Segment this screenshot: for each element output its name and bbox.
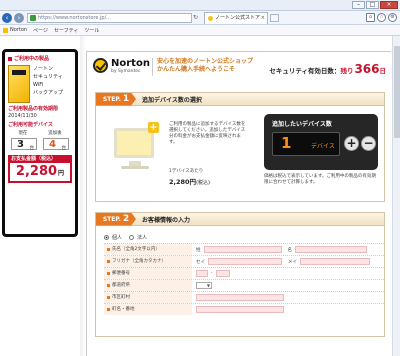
menu-tools[interactable]: ツール: [84, 27, 99, 34]
page-header: Norton by Symantec 安心を加速のノートン公式ショップ かんたん…: [87, 52, 392, 84]
brand-sub: by Symantec: [111, 69, 141, 74]
street-address-input[interactable]: [196, 306, 284, 313]
product-box-image: [8, 65, 30, 103]
form-row-prefecture: 都道府県 ▼: [104, 279, 384, 291]
product-name-line: バックアップ: [33, 90, 64, 96]
cart-summary-panel: ご利用中の製品 ノートン セキュリティ WiFi バックアップ ご利用製品の有効…: [2, 49, 78, 237]
divider: [152, 58, 153, 76]
product-name-line: セキュリティ: [33, 74, 63, 80]
step1-note: 価格は税込で表示しています。ご利用中の製品の有効期限に合わせて計算します。: [264, 174, 376, 185]
brand-name: Norton: [111, 58, 150, 69]
back-icon[interactable]: ‹: [2, 13, 12, 23]
favorites-star-icon[interactable]: ☆: [377, 13, 386, 22]
cart-heading: ご利用中の製品: [14, 56, 50, 62]
main-content: Norton by Symantec 安心を加速のノートン公式ショップ かんたん…: [86, 51, 391, 356]
step2-badge: STEP. 2: [96, 212, 136, 226]
refresh-icon[interactable]: ↻: [193, 14, 198, 21]
device-count-display: 1 デバイス: [272, 132, 340, 156]
form-row-name: 氏名（全角2文字以内） 姓 名: [104, 243, 384, 255]
added-label: 追加後: [48, 131, 62, 136]
radio-corporate[interactable]: [129, 235, 135, 240]
unit-price: 2,280円(税込): [169, 178, 210, 186]
tab-close-icon[interactable]: ×: [261, 13, 265, 24]
page-viewport: ご利用中の製品 ノートン セキュリティ WiFi バックアップ ご利用製品の有効…: [0, 36, 400, 356]
form-row-postal: 郵便番号 -: [104, 267, 384, 279]
step1-description: ご利用の製品に追加するデバイス数を選択してください。追加したデバイス分の料金がお…: [169, 122, 246, 145]
norton-icon: [3, 27, 8, 33]
step2-section: STEP. 2 お客様情報の入力 個人 法人 氏名（全角2文字以内） 姓 名 フ…: [95, 212, 385, 337]
product-name-line: WiFi: [33, 82, 44, 88]
price-label: お支払金額（税込）: [8, 155, 72, 163]
menu-safety[interactable]: セーフティ: [54, 27, 78, 34]
plus-icon: +: [148, 122, 159, 133]
prefecture-select[interactable]: ▼: [196, 282, 212, 289]
postal-code-input-2[interactable]: [215, 270, 230, 277]
expiry-label: ご利用製品の有効期限: [8, 106, 59, 112]
step2-title: お客様情報の入力: [142, 216, 191, 224]
menu-page[interactable]: ページ: [33, 27, 48, 34]
expiry-date: 2014/11/30: [8, 113, 37, 119]
tab-active[interactable]: ノートン公式ストア ×: [204, 12, 268, 24]
city-input[interactable]: [196, 294, 284, 301]
first-name-input[interactable]: [295, 246, 367, 253]
decrement-button[interactable]: −: [361, 136, 376, 151]
bullet-icon: [8, 56, 12, 61]
maximize-button[interactable]: □: [366, 1, 379, 9]
close-button[interactable]: ×: [380, 1, 398, 9]
scrollbar-thumb[interactable]: [394, 46, 400, 138]
new-tab-button[interactable]: [270, 14, 279, 22]
settings-gear-icon[interactable]: ⚙: [388, 13, 397, 22]
norton-logo-icon: [93, 58, 108, 73]
form-row-address: 町名・番地: [104, 303, 384, 315]
increment-button[interactable]: +: [344, 136, 359, 151]
radio-individual[interactable]: [104, 235, 109, 240]
tagline: 安心を加速のノートン公式ショップ かんたん購入手続へようこそ: [157, 58, 254, 73]
current-device-count: 3 台: [11, 138, 37, 151]
price-total: 2,280円: [8, 163, 72, 183]
form-row-city: 市区町村: [104, 291, 384, 303]
current-label: 現在: [18, 131, 28, 136]
form-row-kana: フリガナ（全角カタカナ） セイ メイ: [104, 255, 384, 267]
validity-days: セキュリティ有効日数：残り366日: [269, 62, 386, 76]
forward-icon[interactable]: ›: [14, 13, 24, 23]
window-titlebar: – □ ×: [0, 0, 400, 11]
lock-icon: [30, 15, 36, 21]
home-icon[interactable]: ⌂: [366, 13, 375, 22]
added-device-count: 4 台: [43, 138, 69, 151]
norton-favicon-icon: [208, 16, 213, 21]
step1-section: STEP. 1 追加デバイス数の選択 + ご利用の製品に追加するデバイス数を選択し…: [95, 92, 385, 202]
product-name-line: ノートン: [33, 66, 54, 72]
device-selector-panel: 追加したいデバイス数 1 デバイス + −: [264, 114, 378, 170]
vertical-scrollbar[interactable]: [392, 36, 400, 356]
address-bar-row: ‹ › https://www.nortonstore.jp/... ↻ ノート…: [0, 11, 400, 25]
step1-title: 追加デバイス数の選択: [142, 96, 202, 104]
postal-code-input-1[interactable]: [196, 270, 208, 277]
last-name-kana-input[interactable]: [208, 258, 282, 265]
unit-note: 1デバイスあたり: [169, 169, 204, 174]
device-selector-label: 追加したいデバイス数: [272, 121, 332, 128]
favorites-item-norton[interactable]: Norton: [3, 27, 27, 33]
customer-type-radios: 個人 法人: [104, 232, 384, 243]
first-name-kana-input[interactable]: [300, 258, 370, 265]
step1-badge: STEP. 1: [96, 92, 136, 106]
last-name-input[interactable]: [203, 246, 282, 253]
devices-label: ご利用可能デバイス: [8, 122, 53, 128]
favorites-bar: Norton ページ セーフティ ツール: [0, 25, 400, 36]
url-input[interactable]: https://www.nortonstore.jp/...: [27, 13, 192, 23]
minimize-button[interactable]: –: [352, 1, 365, 9]
